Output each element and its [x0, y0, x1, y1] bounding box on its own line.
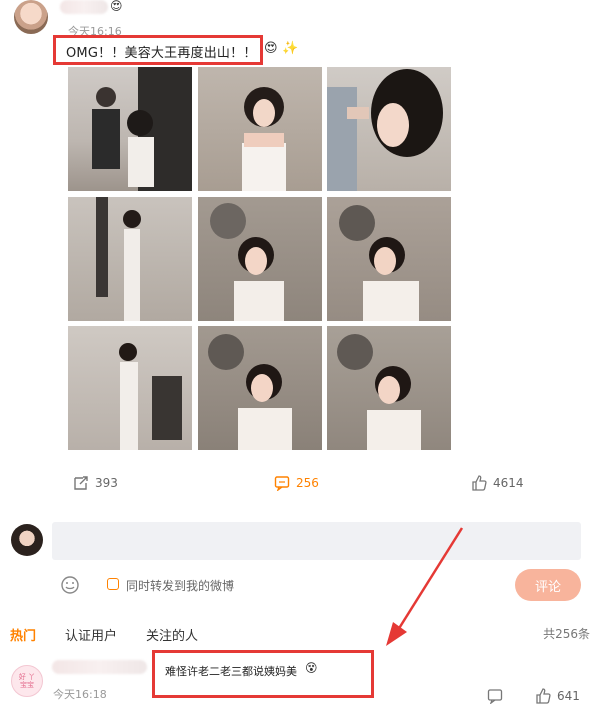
comment-time: 今天16:18 — [53, 688, 107, 701]
photo-6[interactable] — [327, 197, 451, 321]
poster-name-blurred[interactable] — [60, 0, 108, 14]
dizzy-emoji-icon: 😵 — [305, 661, 318, 675]
repost-icon — [74, 476, 88, 490]
reply-icon[interactable] — [487, 688, 503, 704]
repost-count: 393 — [95, 476, 118, 490]
tab-hot[interactable]: 热门 — [10, 625, 36, 644]
submit-comment-button[interactable]: 评论 — [515, 569, 581, 601]
tab-verified-users[interactable]: 认证用户 — [65, 625, 117, 644]
total-comment-count: 共256条 — [543, 627, 590, 641]
comment-button[interactable]: 256 — [274, 475, 319, 491]
post-text: OMG！！美容大王再度出山！！ — [66, 46, 257, 61]
comment-count: 256 — [296, 476, 319, 490]
comment-icon — [274, 476, 290, 491]
repost-checkbox-label: 同时转发到我的微博 — [126, 579, 235, 593]
photo-4[interactable] — [68, 197, 192, 321]
comment-input[interactable] — [52, 522, 581, 560]
photo-2[interactable] — [198, 67, 322, 191]
my-avatar[interactable] — [11, 524, 43, 556]
commenter-avatar-text: 好 丫 宝宝 — [18, 673, 36, 689]
comment-like-count: 641 — [557, 689, 580, 703]
tab-following[interactable]: 关注的人 — [146, 625, 198, 644]
photo-7[interactable] — [68, 326, 192, 450]
poster-badge-icon: 😍 — [110, 0, 123, 13]
repost-button[interactable]: 393 — [73, 475, 118, 491]
emoji-picker-icon[interactable] — [60, 575, 80, 595]
comment-text: 难怪许老二老三都说姨妈美 — [165, 665, 297, 678]
heart-eyes-emoji-icon: 😍 — [264, 41, 278, 56]
photo-1[interactable] — [68, 67, 192, 191]
photo-3[interactable] — [327, 67, 451, 191]
photo-5[interactable] — [198, 197, 322, 321]
comment-like-button[interactable]: 641 — [535, 688, 580, 704]
photo-grid — [68, 67, 452, 451]
photo-9[interactable] — [327, 326, 451, 450]
like-button[interactable]: 4614 — [471, 475, 524, 491]
repost-checkbox[interactable] — [107, 578, 119, 590]
sparkle-emoji-icon: ✨ — [282, 41, 299, 56]
like-count: 4614 — [493, 476, 524, 490]
thumbs-up-icon — [472, 475, 487, 491]
commenter-name-blurred[interactable] — [52, 660, 147, 674]
commenter-avatar[interactable]: 好 丫 宝宝 — [11, 665, 43, 697]
comment-thumbs-up-icon — [536, 688, 551, 704]
photo-8[interactable] — [198, 326, 322, 450]
poster-avatar[interactable] — [14, 0, 48, 34]
